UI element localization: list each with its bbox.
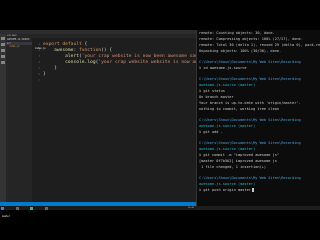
source-control-icon[interactable] <box>1 49 5 52</box>
app-icon[interactable] <box>30 206 34 210</box>
tree-item-index[interactable]: index.js <box>6 45 32 49</box>
code-line[interactable]: 4 console.log('your crap website website… <box>32 59 220 65</box>
code-token: } <box>43 72 46 77</box>
tree-item-root[interactable]: AWESOME-JS-SOURCE <box>6 38 32 42</box>
code-editor[interactable]: index.js 1 export default {2 awesome: fun… <box>32 34 220 202</box>
search-icon[interactable] <box>1 43 5 46</box>
code-token: log <box>87 60 96 65</box>
line-number: 7 <box>38 78 40 82</box>
editor-tabs: index.js <box>32 34 196 51</box>
code-line[interactable]: 7 <box>32 77 220 83</box>
terminal-window[interactable]: remote: Counting objects: 30, done. remot… <box>196 30 320 206</box>
terminal-line: λ git push origin master <box>197 187 320 193</box>
explorer-panel: EXPLORER AWESOME-JS-SOURCE src index.js <box>6 34 32 202</box>
windows-start-icon[interactable] <box>1 206 4 210</box>
search-taskbar-icon[interactable] <box>15 206 19 210</box>
folder-icon[interactable] <box>44 206 48 210</box>
extensions-icon[interactable] <box>1 61 5 64</box>
debug-icon[interactable] <box>1 55 5 58</box>
taskbar: 10:42 <box>0 206 196 210</box>
clock: 10:42 <box>187 207 194 209</box>
code-area[interactable]: 1 export default {2 awesome: function() {… <box>32 41 220 83</box>
screen-frame: EXPLORER AWESOME-JS-SOURCE src index.js … <box>0 30 320 218</box>
files-icon[interactable] <box>1 37 5 40</box>
